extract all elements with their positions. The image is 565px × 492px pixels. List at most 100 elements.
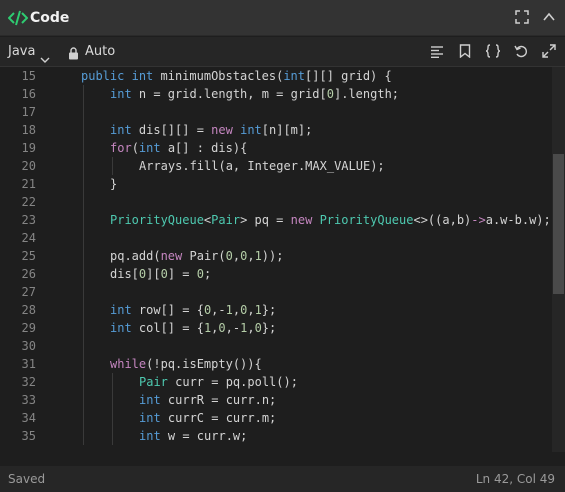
code-line[interactable]: for(int a[] : dis){	[110, 139, 247, 157]
code-token: new	[160, 249, 183, 263]
code-token: int	[131, 69, 154, 83]
fullscreen-button[interactable]	[512, 8, 532, 28]
line-number: 26	[21, 267, 36, 281]
code-token: 0	[225, 249, 233, 263]
mode-label[interactable]: Auto	[85, 43, 115, 60]
line-number: 32	[21, 375, 36, 389]
code-token: ] =	[167, 267, 197, 281]
line-number: 22	[21, 195, 36, 209]
code-token: int	[240, 123, 262, 137]
indent-guide	[112, 157, 113, 175]
line-number: 17	[21, 105, 36, 119]
code-line[interactable]: public int minimumObstacles(int[][] grid…	[81, 67, 392, 85]
line-number: 24	[21, 231, 36, 245]
code-line[interactable]: pq.add(new Pair(0,0,1));	[110, 247, 283, 265]
undo-icon	[514, 43, 528, 62]
code-token: new	[211, 123, 233, 137]
code-panel: Code Java Auto 15 16 17 18 19 20 21 22 2…	[0, 0, 565, 492]
line-number: 34	[21, 411, 36, 425]
line-number-gutter: 15 16 17 18 19 20 21 22 23 24 25 26 27 28 29 30 31 32 33 34…	[0, 67, 44, 452]
code-line[interactable]: Arrays.fill(a, Integer.MAX_VALUE);	[139, 157, 385, 175]
code-token: pq.add(	[110, 249, 161, 263]
panel-header: Code	[0, 0, 565, 36]
bookmark-button[interactable]	[456, 43, 474, 61]
code-line[interactable]: }	[110, 175, 117, 193]
chevron-down-icon[interactable]	[40, 49, 50, 68]
code-token: ,	[232, 303, 241, 317]
code-token: curr = pq.poll();	[167, 375, 298, 389]
code-token: };	[261, 321, 277, 335]
bookmark-icon	[459, 43, 471, 62]
code-token: ,-	[225, 321, 241, 335]
code-token: 1	[254, 249, 262, 263]
code-token: int	[139, 429, 161, 443]
code-token: Pair	[139, 375, 168, 389]
code-token: ,	[247, 249, 255, 263]
undo-button[interactable]	[512, 43, 530, 61]
code-token: ,-	[211, 303, 226, 317]
code-token: public	[81, 69, 125, 83]
code-token: <>((a,b)	[413, 213, 472, 227]
code-token: ->	[471, 213, 486, 227]
code-token: a.w-b.w);	[485, 213, 551, 227]
lock-icon	[68, 45, 79, 64]
code-token: int	[110, 123, 132, 137]
braces-button[interactable]	[484, 43, 502, 61]
line-number: 20	[21, 159, 36, 173]
code-line[interactable]: PriorityQueue<Pair> pq = new PriorityQue…	[110, 211, 551, 229]
panel-title: Code	[30, 10, 70, 26]
line-number: 21	[21, 177, 36, 191]
collapse-button[interactable]	[539, 8, 559, 28]
line-number: 27	[21, 285, 36, 299]
code-line[interactable]: int row[] = {0,-1,0,1};	[110, 301, 276, 319]
line-number: 19	[21, 141, 36, 155]
indent-guide	[112, 373, 113, 445]
code-token: int	[139, 411, 161, 425]
line-number: 33	[21, 393, 36, 407]
format-icon	[430, 43, 444, 62]
code-token: ][	[146, 267, 161, 281]
code-editor[interactable]: 15 16 17 18 19 20 21 22 23 24 25 26 27 28 29 30 31 32 33 34…	[0, 67, 565, 452]
code-token: minimumObstacles(	[153, 69, 284, 83]
line-number: 35	[21, 429, 36, 443]
scrollbar-thumb[interactable]	[553, 154, 564, 294]
code-token: PriorityQueue	[110, 213, 204, 227]
line-number: 18	[21, 123, 36, 137]
code-token: (	[131, 141, 139, 155]
line-number: 28	[21, 303, 36, 317]
code-line[interactable]: dis[0][0] = 0;	[110, 265, 211, 283]
code-line[interactable]: int dis[][] = new int[n][m];	[110, 121, 312, 139]
code-token: 1	[225, 303, 233, 317]
code-line[interactable]: int currR = curr.n;	[139, 391, 276, 409]
code-token: ,	[232, 249, 241, 263]
code-token: PriorityQueue	[319, 213, 414, 227]
code-token: a[] : dis){	[160, 141, 248, 155]
code-token: 0	[218, 321, 226, 335]
code-token: [n][m];	[261, 123, 313, 137]
line-number: 25	[21, 249, 36, 263]
language-select[interactable]: Java	[8, 43, 35, 60]
code-token: ,	[247, 303, 255, 317]
expand-button[interactable]	[540, 43, 558, 61]
line-number: 29	[21, 321, 36, 335]
code-token: w = curr.w;	[160, 429, 248, 443]
code-line[interactable]: int n = grid.length, m = grid[0].length;	[110, 85, 399, 103]
code-token: ;	[203, 267, 212, 281]
code-line[interactable]: Pair curr = pq.poll();	[139, 373, 298, 391]
cursor-position: Ln 42, Col 49	[475, 472, 555, 486]
code-line[interactable]: while(!pq.isEmpty()){	[110, 355, 262, 373]
code-area[interactable]: public int minimumObstacles(int[][] grid…	[52, 67, 551, 452]
code-token: row[] = {	[131, 303, 204, 317]
save-status: Saved	[8, 472, 46, 486]
format-button[interactable]	[428, 43, 446, 61]
line-number: 16	[21, 87, 36, 101]
code-token: 0	[160, 267, 168, 281]
code-line[interactable]: int currC = curr.m;	[139, 409, 276, 427]
code-token: ,	[247, 321, 255, 335]
code-token: [][] grid) {	[305, 69, 392, 83]
code-line[interactable]: int col[] = {1,0,-1,0};	[110, 319, 276, 337]
code-line[interactable]: int w = curr.w;	[139, 427, 247, 445]
